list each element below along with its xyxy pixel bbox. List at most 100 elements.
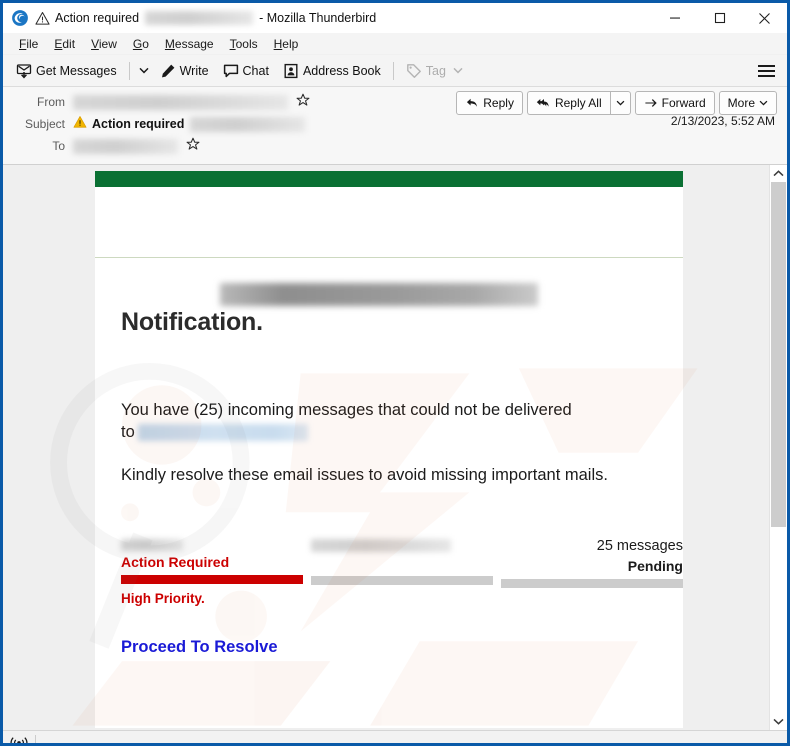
from-star-button[interactable] bbox=[296, 93, 310, 112]
address-book-button[interactable]: Address Book bbox=[276, 58, 388, 84]
toolbar-divider-2 bbox=[392, 61, 394, 80]
status-column-middle bbox=[311, 538, 493, 606]
chevron-down-icon bbox=[616, 100, 625, 106]
column-1-progress-bar bbox=[121, 575, 303, 585]
column-2-progress-bar bbox=[311, 576, 493, 586]
scrollbar-thumb[interactable] bbox=[771, 182, 786, 528]
subject-value: Action required bbox=[92, 117, 185, 131]
tag-chevron-down-icon bbox=[453, 67, 463, 74]
reply-all-label: Reply All bbox=[554, 96, 602, 110]
tag-icon bbox=[406, 63, 421, 78]
scroll-up-button[interactable] bbox=[770, 165, 787, 182]
from-value-redacted bbox=[73, 94, 288, 110]
to-value-redacted bbox=[73, 138, 178, 154]
address-book-icon bbox=[284, 63, 298, 78]
main-toolbar: Get Messages Write Chat Address Book Tag bbox=[3, 55, 787, 87]
reply-all-arrow-icon bbox=[536, 99, 549, 107]
get-messages-button[interactable]: Get Messages bbox=[9, 58, 124, 84]
column-1-redacted-text bbox=[121, 538, 183, 551]
app-menu-button[interactable] bbox=[753, 58, 779, 84]
email-body: Notification. You have (25) incoming mes… bbox=[95, 258, 683, 728]
close-button[interactable] bbox=[742, 3, 787, 33]
menu-bar: File Edit View Go Message Tools Help bbox=[3, 33, 787, 55]
maximize-icon bbox=[714, 12, 725, 24]
star-icon bbox=[186, 137, 200, 150]
chat-bubble-icon bbox=[223, 64, 238, 77]
menu-help[interactable]: Help bbox=[266, 35, 307, 53]
subject-row: Subject Action required bbox=[13, 114, 777, 134]
reading-pane-scrollbar[interactable] bbox=[769, 165, 787, 730]
menu-view[interactable]: View bbox=[83, 35, 125, 53]
email-content-card: Notification. You have (25) incoming mes… bbox=[95, 171, 683, 728]
reply-label: Reply bbox=[483, 96, 514, 110]
pencil-icon bbox=[161, 64, 174, 77]
email-brand-bar bbox=[95, 171, 683, 187]
message-header: From Subject Action required To 2/13/202… bbox=[3, 87, 787, 165]
priority-note: High Priority. bbox=[121, 591, 205, 607]
scrollbar-track[interactable] bbox=[770, 182, 787, 713]
reply-all-button[interactable]: Reply All bbox=[526, 91, 610, 115]
chevron-down-icon bbox=[759, 100, 768, 106]
more-button[interactable]: More bbox=[718, 91, 777, 115]
menu-go[interactable]: Go bbox=[125, 35, 157, 53]
menu-tools[interactable]: Tools bbox=[222, 35, 266, 53]
thunderbird-icon bbox=[12, 10, 28, 26]
recipient-address-redacted bbox=[137, 424, 308, 442]
menu-edit[interactable]: Edit bbox=[46, 35, 83, 53]
menu-message[interactable]: Message bbox=[157, 35, 222, 53]
to-star-button[interactable] bbox=[186, 137, 200, 156]
forward-arrow-icon bbox=[645, 99, 657, 107]
column-3-progress-bar bbox=[501, 579, 683, 589]
get-messages-icon bbox=[16, 63, 32, 79]
scroll-down-button[interactable] bbox=[770, 713, 787, 730]
warning-triangle-icon bbox=[35, 11, 50, 25]
more-label: More bbox=[727, 96, 755, 110]
minimize-button[interactable] bbox=[652, 3, 697, 33]
write-label: Write bbox=[179, 63, 209, 78]
warning-triangle-icon bbox=[73, 115, 87, 128]
email-header-band bbox=[95, 187, 683, 257]
tag-button[interactable]: Tag bbox=[399, 58, 470, 84]
thunderbird-window: Action required - Mozilla Thunderbird Fi… bbox=[0, 0, 790, 746]
email-status-columns: Action Required High Priority. 25 messag… bbox=[121, 537, 683, 607]
reply-button[interactable]: Reply bbox=[456, 91, 523, 115]
write-button[interactable]: Write bbox=[153, 58, 216, 84]
forward-label: Forward bbox=[661, 96, 706, 110]
star-icon bbox=[296, 93, 310, 106]
column-3-count: 25 messages bbox=[596, 537, 683, 554]
chat-label: Chat bbox=[242, 63, 269, 78]
forward-button[interactable]: Forward bbox=[634, 91, 715, 115]
get-messages-dropdown[interactable] bbox=[135, 58, 153, 84]
window-controls bbox=[652, 3, 787, 33]
subject-warning-icon-wrap bbox=[73, 115, 87, 134]
wireless-broadcast-icon bbox=[10, 736, 28, 743]
chevron-down-icon bbox=[139, 67, 149, 74]
email-paragraph-1-to: to bbox=[121, 423, 135, 442]
menu-file[interactable]: File bbox=[11, 35, 46, 53]
email-paragraph-1: You have (25) incoming messages that cou… bbox=[121, 399, 683, 444]
message-date: 2/13/2023, 5:52 AM bbox=[670, 114, 775, 128]
email-title: Notification. bbox=[121, 308, 263, 336]
chevron-up-icon bbox=[773, 170, 784, 177]
column-3-label: Pending bbox=[627, 557, 683, 574]
tag-label: Tag bbox=[425, 63, 446, 78]
reply-arrow-icon bbox=[467, 98, 478, 107]
to-row: To bbox=[13, 136, 777, 156]
status-column-action-required: Action Required High Priority. bbox=[121, 538, 303, 607]
reply-all-dropdown[interactable] bbox=[609, 91, 631, 115]
chevron-down-icon bbox=[773, 718, 784, 725]
chat-button[interactable]: Chat bbox=[216, 58, 276, 84]
column-2-redacted-text bbox=[311, 538, 451, 552]
column-2-label bbox=[311, 556, 493, 571]
status-column-pending: 25 messages Pending bbox=[501, 537, 683, 606]
close-icon bbox=[759, 12, 770, 24]
from-label: From bbox=[37, 95, 65, 109]
window-title-redacted bbox=[145, 11, 254, 25]
reading-pane: Notification. You have (25) incoming mes… bbox=[3, 165, 787, 730]
maximize-button[interactable] bbox=[697, 3, 742, 33]
toolbar-divider-1 bbox=[128, 61, 130, 80]
message-actions: Reply Reply All Forward More bbox=[456, 91, 777, 115]
message-body-scroll-area: Notification. You have (25) incoming mes… bbox=[3, 165, 769, 730]
subject-value-redacted bbox=[190, 116, 306, 132]
proceed-to-resolve-link[interactable]: Proceed To Resolve bbox=[121, 638, 278, 657]
